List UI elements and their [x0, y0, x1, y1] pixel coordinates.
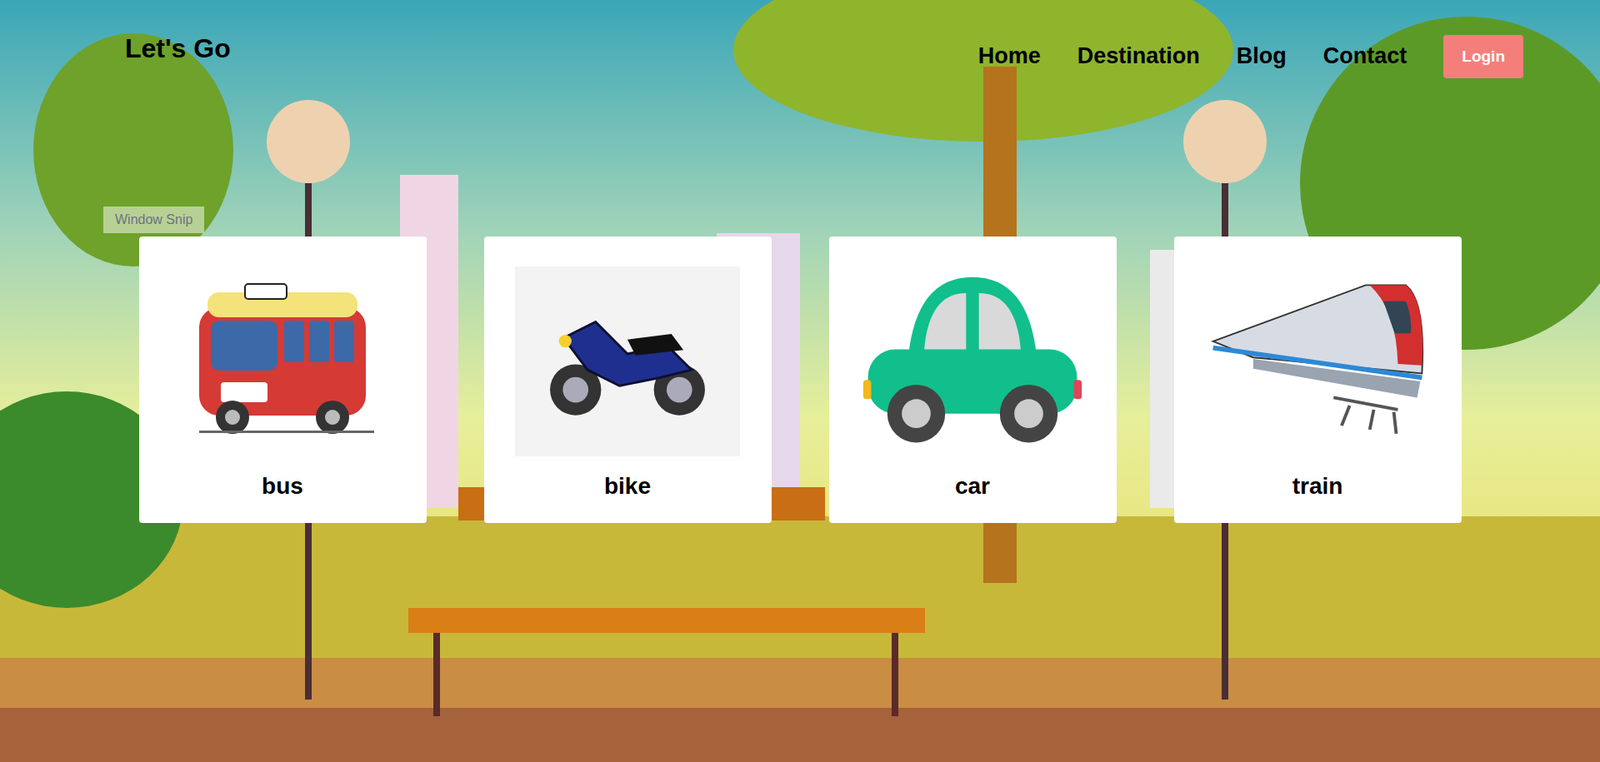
card-row: bus bike car train	[0, 236, 1600, 524]
header: Let's Go Home Destination Blog Contact Login	[0, 0, 1600, 79]
vehicle-card[interactable]: bus	[139, 236, 427, 524]
train-icon	[1205, 269, 1430, 455]
car-icon	[860, 269, 1085, 455]
vehicle-card[interactable]: bike	[484, 236, 772, 524]
vehicle-card[interactable]: train	[1174, 236, 1462, 524]
nav-bar: Home Destination Blog Contact Login	[978, 31, 1524, 79]
card-title: bus	[261, 471, 304, 501]
card-title: train	[1292, 471, 1344, 501]
vehicle-card[interactable]: car	[829, 236, 1117, 524]
page: Window Snip Let's Go Home Destination Blog Co…	[0, 0, 1600, 762]
card-title: car	[955, 471, 990, 501]
brand-logo[interactable]: Let's Go	[125, 31, 231, 65]
login-button[interactable]: Login	[1443, 35, 1524, 79]
nav-link[interactable]: Destination	[1077, 42, 1200, 71]
nav-link[interactable]: Blog	[1236, 42, 1287, 71]
nav-link[interactable]: Home	[978, 42, 1041, 71]
bike-picture	[515, 266, 740, 457]
bike-icon	[531, 289, 724, 435]
card-title: bike	[604, 471, 651, 501]
nav-link[interactable]: Contact	[1323, 42, 1408, 71]
bus-icon	[174, 274, 391, 450]
snip-overlay: Window Snip	[103, 206, 205, 234]
